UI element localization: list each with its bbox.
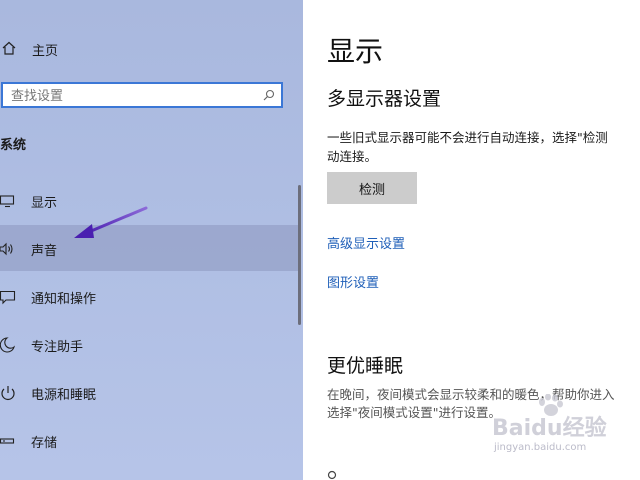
watermark-sub: jingyan.baidu.com bbox=[494, 442, 587, 453]
graphics-settings-link[interactable]: 图形设置 bbox=[327, 272, 379, 291]
search-input[interactable] bbox=[11, 87, 251, 105]
power-icon bbox=[1, 386, 15, 400]
search-box[interactable] bbox=[1, 82, 283, 108]
sidebar-item-label: 存储 bbox=[31, 436, 58, 451]
multi-display-text-line1: 一些旧式显示器可能不会进行自动连接，选择"检测 bbox=[327, 130, 608, 145]
notification-icon bbox=[0, 290, 16, 305]
sidebar-item-storage[interactable]: 存储 bbox=[0, 417, 300, 463]
watermark: Baidu经验 jingyan.baidu.com bbox=[488, 392, 618, 464]
sidebar-item-focus-assist[interactable]: 专注助手 bbox=[0, 321, 300, 367]
annotation-arrow-icon bbox=[74, 206, 148, 238]
storage-icon bbox=[0, 438, 15, 444]
sidebar-scrollbar[interactable] bbox=[298, 185, 301, 325]
monitor-icon bbox=[0, 195, 15, 208]
sidebar-item-label: 电源和睡眠 bbox=[31, 388, 97, 403]
home-icon bbox=[2, 41, 16, 55]
advanced-display-settings-link[interactable]: 高级显示设置 bbox=[327, 233, 405, 252]
section-title: 系统 bbox=[0, 138, 27, 153]
multi-display-heading: 多显示器设置 bbox=[327, 88, 442, 110]
gear-icon bbox=[327, 470, 337, 480]
watermark-brand: Baidu经验 bbox=[492, 416, 607, 441]
moon-icon bbox=[0, 337, 16, 353]
sidebar-item-notifications[interactable]: 通知和操作 bbox=[0, 273, 300, 319]
sidebar-item-label: 声音 bbox=[31, 244, 58, 259]
detect-button[interactable]: 检测 bbox=[327, 172, 417, 204]
speaker-icon bbox=[0, 242, 13, 256]
multi-display-text-line2: 动连接。 bbox=[327, 149, 378, 164]
sidebar-item-power-sleep[interactable]: 电源和睡眠 bbox=[0, 369, 300, 415]
sleep-heading: 更优睡眠 bbox=[327, 355, 404, 377]
page-title: 显示 bbox=[327, 35, 384, 68]
sidebar-item-label: 专注助手 bbox=[31, 340, 84, 355]
sidebar-item-label: 通知和操作 bbox=[31, 292, 97, 307]
home-label: 主页 bbox=[32, 44, 59, 59]
sidebar-item-label: 显示 bbox=[31, 196, 58, 211]
search-icon[interactable] bbox=[263, 89, 275, 101]
nav-home[interactable]: 主页 bbox=[0, 36, 300, 62]
